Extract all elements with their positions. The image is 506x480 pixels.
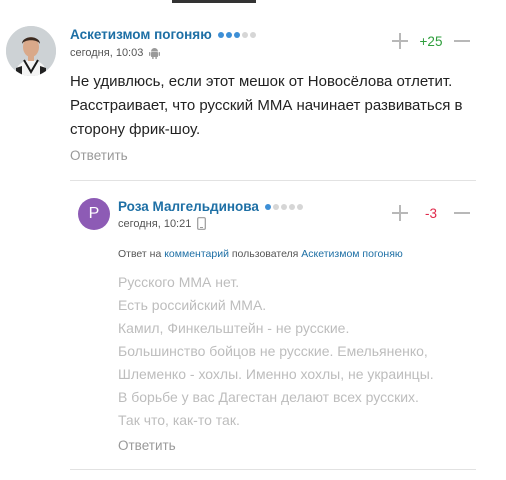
- user-photo-icon: [6, 26, 56, 76]
- avatar[interactable]: [6, 26, 56, 76]
- timestamp: сегодня, 10:21: [118, 217, 192, 230]
- reply-button[interactable]: Ответить: [118, 438, 176, 453]
- comment-meta: сегодня, 10:03: [70, 47, 161, 59]
- comment-rating: +25: [392, 33, 470, 49]
- rank-dot: [233, 32, 240, 38]
- comment-text: Русского ММА нет. Есть российский ММА. К…: [118, 271, 488, 432]
- upvote-plus-icon[interactable]: [392, 205, 408, 221]
- reply-to-middle: пользователя: [231, 248, 299, 260]
- comment-line: Большинство бойцов не русские. Емельянен…: [118, 343, 434, 382]
- divider: [70, 469, 476, 470]
- downvote-minus-icon[interactable]: [454, 33, 470, 49]
- downvote-minus-icon[interactable]: [454, 205, 470, 221]
- parent-user-link[interactable]: Аскетизмом погоняю: [301, 248, 402, 260]
- comment-score: -3: [424, 205, 437, 221]
- rank-dot: [264, 204, 271, 210]
- rank-dot: [217, 32, 224, 38]
- active-tab-indicator: [172, 0, 256, 3]
- divider: [70, 180, 476, 181]
- author-name[interactable]: Аскетизмом погоняю: [70, 27, 256, 42]
- rank-dot: [280, 204, 287, 210]
- comment-line: Есть российский ММА.: [118, 297, 267, 313]
- rank-dot: [272, 204, 279, 210]
- user-rank-dots: [217, 32, 256, 38]
- comment-line: Русского ММА нет.: [118, 274, 240, 290]
- rank-dot: [241, 32, 248, 38]
- reply-to-prefix: Ответ на: [118, 248, 162, 260]
- rank-dot: [225, 32, 232, 38]
- author-name-text[interactable]: Роза Малгельдинова: [118, 199, 259, 214]
- comment-line: В борьбе у вас Дагестан делают всех русс…: [118, 389, 419, 405]
- parent-comment-link[interactable]: комментарий: [164, 248, 229, 260]
- author-name[interactable]: Роза Малгельдинова: [118, 199, 303, 214]
- avatar-letter: Р: [88, 205, 100, 222]
- upvote-plus-icon[interactable]: [392, 33, 408, 49]
- reply-to-info: Ответ на комментарий пользователя Аскети…: [118, 248, 403, 260]
- phone-icon: [197, 217, 207, 230]
- rank-dot: [288, 204, 295, 210]
- comment-meta: сегодня, 10:21: [118, 217, 207, 230]
- comment-text: Не удивлюсь, если этот мешок от Новосёло…: [70, 73, 463, 138]
- author-name-text[interactable]: Аскетизмом погоняю: [70, 27, 212, 42]
- reply-button[interactable]: Ответить: [70, 148, 128, 163]
- rank-dot: [296, 204, 303, 210]
- user-rank-dots: [264, 204, 303, 210]
- android-icon: [149, 48, 161, 59]
- avatar[interactable]: Р: [78, 198, 110, 230]
- comment-score: +25: [419, 33, 443, 49]
- timestamp: сегодня, 10:03: [70, 47, 144, 59]
- comment-line: Так что, как-то так.: [118, 412, 240, 428]
- comment-rating: -3: [392, 205, 470, 221]
- rank-dot: [249, 32, 256, 38]
- comment-line: Камил, Финкельштейн - не русские.: [118, 320, 350, 336]
